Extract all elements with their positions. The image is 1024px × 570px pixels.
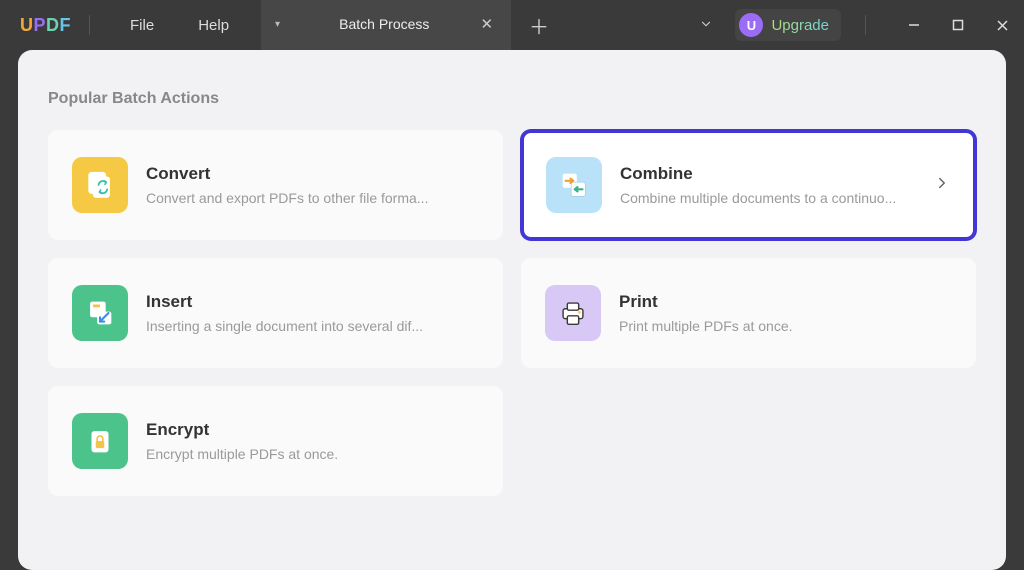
card-desc: Convert and export PDFs to other file fo… bbox=[146, 190, 479, 206]
dropdown-icon[interactable] bbox=[683, 17, 729, 34]
insert-icon bbox=[72, 285, 128, 341]
encrypt-icon bbox=[72, 413, 128, 469]
menu-file[interactable]: File bbox=[108, 17, 176, 34]
upgrade-button[interactable]: U Upgrade bbox=[735, 9, 841, 41]
menu-help[interactable]: Help bbox=[176, 17, 251, 34]
card-desc: Encrypt multiple PDFs at once. bbox=[146, 446, 479, 462]
app-logo: UPDF bbox=[20, 15, 71, 36]
tab-title: Batch Process bbox=[292, 16, 476, 32]
tab-batch-process[interactable]: ▾ Batch Process ✕ bbox=[261, 0, 511, 50]
maximize-button[interactable] bbox=[936, 5, 980, 45]
card-print[interactable]: Print Print multiple PDFs at once. bbox=[521, 258, 976, 368]
chevron-right-icon bbox=[933, 174, 951, 197]
card-combine[interactable]: Combine Combine multiple documents to a … bbox=[521, 130, 976, 240]
titlebar: UPDF File Help ▾ Batch Process ✕ ＋ U Upg… bbox=[0, 0, 1024, 50]
close-icon[interactable]: ✕ bbox=[476, 15, 497, 33]
card-insert[interactable]: Insert Inserting a single document into … bbox=[48, 258, 503, 368]
window-controls bbox=[892, 5, 1024, 45]
tab-menu-icon[interactable]: ▾ bbox=[275, 19, 280, 30]
convert-icon bbox=[72, 157, 128, 213]
close-window-button[interactable] bbox=[980, 5, 1024, 45]
divider bbox=[865, 15, 866, 35]
section-title: Popular Batch Actions bbox=[48, 90, 976, 108]
card-encrypt[interactable]: Encrypt Encrypt multiple PDFs at once. bbox=[48, 386, 503, 496]
divider bbox=[89, 15, 90, 35]
card-title: Encrypt bbox=[146, 420, 479, 440]
card-desc: Combine multiple documents to a continuo… bbox=[620, 190, 907, 206]
content-area: Popular Batch Actions Convert Convert an… bbox=[18, 50, 1006, 570]
minimize-button[interactable] bbox=[892, 5, 936, 45]
card-title: Insert bbox=[146, 292, 479, 312]
upgrade-label: Upgrade bbox=[771, 17, 829, 34]
tab-strip: ▾ Batch Process ✕ ＋ bbox=[261, 0, 567, 50]
card-title: Convert bbox=[146, 164, 479, 184]
print-icon bbox=[545, 285, 601, 341]
upgrade-badge-icon: U bbox=[739, 13, 763, 37]
card-desc: Print multiple PDFs at once. bbox=[619, 318, 952, 334]
new-tab-button[interactable]: ＋ bbox=[511, 11, 567, 40]
card-title: Combine bbox=[620, 164, 907, 184]
card-title: Print bbox=[619, 292, 952, 312]
actions-grid: Convert Convert and export PDFs to other… bbox=[48, 130, 976, 496]
combine-icon bbox=[546, 157, 602, 213]
card-desc: Inserting a single document into several… bbox=[146, 318, 479, 334]
card-convert[interactable]: Convert Convert and export PDFs to other… bbox=[48, 130, 503, 240]
